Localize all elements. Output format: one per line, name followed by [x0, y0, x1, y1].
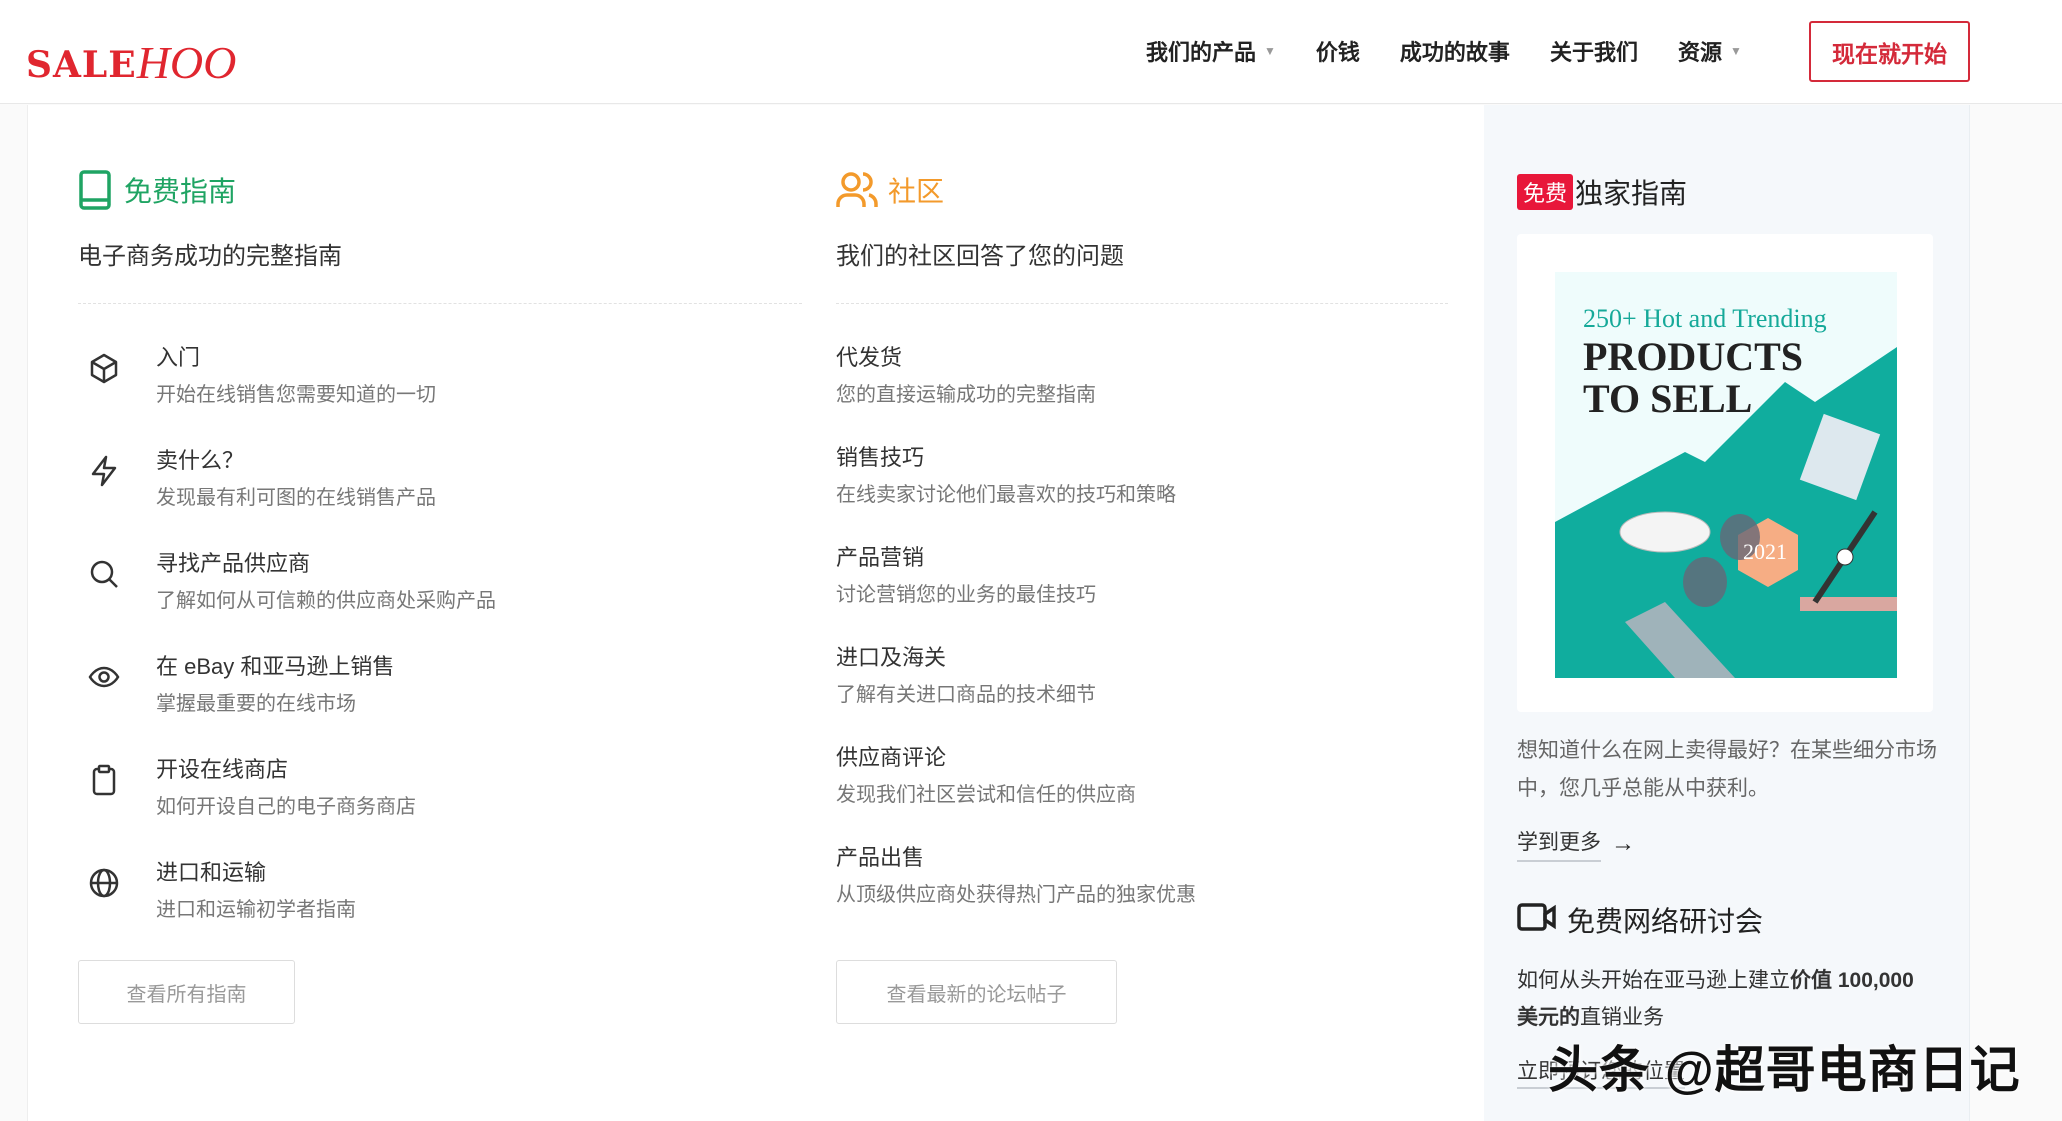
community-item-desc: 您的直接运输成功的完整指南 — [836, 378, 1436, 407]
view-forum-posts-button[interactable]: 查看最新的论坛帖子 — [836, 960, 1117, 1024]
divider — [836, 303, 1448, 304]
search-icon — [88, 558, 120, 590]
community-item-title: 进口及海关 — [836, 640, 1436, 672]
community-item-title: 销售技巧 — [836, 440, 1436, 472]
view-all-guides-button[interactable]: 查看所有指南 — [78, 960, 295, 1024]
learn-more-label: 学到更多 — [1517, 826, 1601, 862]
cube-icon — [88, 352, 120, 384]
community-item-title: 供应商评论 — [836, 740, 1436, 772]
guides-heading: 免费指南 — [78, 170, 236, 210]
guide-item-title: 开设在线商店 — [156, 752, 416, 784]
community-item[interactable]: 进口及海关 了解有关进口商品的技术细节 — [836, 640, 1436, 707]
community-item-title: 产品营销 — [836, 540, 1436, 572]
guide-item-title: 入门 — [156, 340, 436, 372]
guide-item[interactable]: 在 eBay 和亚马逊上销售 掌握最重要的在线市场 — [78, 649, 778, 729]
book-icon — [78, 170, 112, 210]
community-heading: 社区 — [836, 170, 944, 210]
nav-success-stories[interactable]: 成功的故事 — [1400, 35, 1510, 67]
guide-item[interactable]: 开设在线商店 如何开设自己的电子商务商店 — [78, 752, 778, 832]
community-item-desc: 讨论营销您的业务的最佳技巧 — [836, 578, 1436, 607]
cover-year: 2021 — [1743, 539, 1787, 564]
globe-icon — [88, 867, 120, 899]
guide-item[interactable]: 卖什么？ 发现最有利可图的在线销售产品 — [78, 443, 778, 523]
webinar-title: 免费网络研讨会 — [1567, 900, 1763, 940]
community-item-desc: 了解有关进口商品的技术细节 — [836, 678, 1436, 707]
guide-item-desc: 发现最有利可图的在线销售产品 — [156, 481, 436, 510]
guide-item[interactable]: 入门 开始在线销售您需要知道的一切 — [78, 340, 778, 420]
nav-about[interactable]: 关于我们 — [1550, 35, 1638, 67]
exclusive-guide-title: 独家指南 — [1575, 172, 1687, 212]
guide-item-desc: 进口和运输初学者指南 — [156, 893, 356, 922]
salehoo-logo[interactable]: SALE HOO — [26, 36, 236, 86]
divider — [78, 303, 802, 304]
main-nav: 我们的产品 ▼ 价钱 成功的故事 关于我们 资源 ▼ — [1146, 34, 1782, 68]
logo-sale: SALE — [26, 44, 137, 86]
guide-item-title: 进口和运输 — [156, 855, 356, 887]
cover-line2: PRODUCTS — [1583, 334, 1803, 379]
guide-item-desc: 掌握最重要的在线市场 — [156, 687, 394, 716]
guides-subtitle: 电子商务成功的完整指南 — [78, 236, 342, 271]
webinar-text: 直销业务 — [1580, 1006, 1664, 1029]
lightning-icon — [88, 455, 120, 487]
guide-cover-image: 250+ Hot and Trending PRODUCTS TO SELL 2… — [1555, 272, 1897, 678]
community-item-desc: 在线卖家讨论他们最喜欢的技巧和策略 — [836, 478, 1436, 507]
exclusive-guide-heading: 免费 独家指南 — [1517, 172, 1687, 212]
community-item[interactable]: 产品出售 从顶级供应商处获得热门产品的独家优惠 — [836, 840, 1436, 907]
clipboard-icon — [88, 764, 120, 796]
community-subtitle: 我们的社区回答了您的问题 — [836, 236, 1124, 271]
guides-title: 免费指南 — [124, 170, 236, 210]
guide-item-title: 在 eBay 和亚马逊上销售 — [156, 649, 394, 681]
guide-item-title: 寻找产品供应商 — [156, 546, 496, 578]
community-item-title: 代发货 — [836, 340, 1436, 372]
video-camera-icon — [1517, 902, 1557, 939]
guide-item[interactable]: 寻找产品供应商 了解如何从可信赖的供应商处采购产品 — [78, 546, 778, 626]
free-badge: 免费 — [1517, 174, 1573, 210]
top-header: SALE HOO 我们的产品 ▼ 价钱 成功的故事 关于我们 资源 ▼ 现在就开始 — [0, 0, 2062, 104]
nav-label: 我们的产品 — [1146, 35, 1256, 67]
community-item-title: 产品出售 — [836, 840, 1436, 872]
webinar-description: 如何从头开始在亚马逊上建立价值 100,000 美元的直销业务 — [1517, 962, 1937, 1036]
guide-cover-card[interactable]: 250+ Hot and Trending PRODUCTS TO SELL 2… — [1517, 234, 1933, 712]
caret-down-icon: ▼ — [1730, 44, 1742, 58]
cover-line1: 250+ Hot and Trending — [1583, 304, 1827, 333]
arrow-right-icon: → — [1611, 830, 1635, 858]
nav-label: 成功的故事 — [1400, 35, 1510, 67]
webinar-text: 如何从头开始在亚马逊上建立 — [1517, 969, 1790, 992]
nav-pricing[interactable]: 价钱 — [1316, 35, 1360, 67]
logo-hoo: HOO — [137, 40, 237, 86]
community-item[interactable]: 产品营销 讨论营销您的业务的最佳技巧 — [836, 540, 1436, 607]
guide-item-desc: 如何开设自己的电子商务商店 — [156, 790, 416, 819]
guide-item[interactable]: 进口和运输 进口和运输初学者指南 — [78, 855, 778, 935]
cover-line3: TO SELL — [1583, 376, 1752, 421]
community-item-desc: 发现我们社区尝试和信任的供应商 — [836, 778, 1436, 807]
users-icon — [836, 171, 878, 209]
nav-label: 关于我们 — [1550, 35, 1638, 67]
webinar-heading: 免费网络研讨会 — [1517, 900, 1763, 940]
guide-item-title: 卖什么？ — [156, 443, 436, 475]
nav-products[interactable]: 我们的产品 ▼ — [1146, 35, 1276, 67]
guide-description: 想知道什么在网上卖得最好？在某些细分市场中，您几乎总能从中获利。 — [1517, 732, 1937, 808]
community-item[interactable]: 供应商评论 发现我们社区尝试和信任的供应商 — [836, 740, 1436, 807]
guide-item-desc: 了解如何从可信赖的供应商处采购产品 — [156, 584, 496, 613]
eye-icon — [88, 661, 120, 693]
get-started-button[interactable]: 现在就开始 — [1809, 21, 1970, 82]
guide-item-desc: 开始在线销售您需要知道的一切 — [156, 378, 436, 407]
community-title: 社区 — [888, 170, 944, 210]
learn-more-link[interactable]: 学到更多 → — [1517, 826, 1635, 862]
caret-down-icon: ▼ — [1264, 44, 1276, 58]
community-item[interactable]: 销售技巧 在线卖家讨论他们最喜欢的技巧和策略 — [836, 440, 1436, 507]
nav-resources[interactable]: 资源 ▼ — [1678, 35, 1742, 67]
watermark: 头条 @超哥电商日记 — [1548, 1030, 2021, 1102]
nav-label: 资源 — [1678, 35, 1722, 67]
nav-label: 价钱 — [1316, 35, 1360, 67]
community-item[interactable]: 代发货 您的直接运输成功的完整指南 — [836, 340, 1436, 407]
community-item-desc: 从顶级供应商处获得热门产品的独家优惠 — [836, 878, 1436, 907]
